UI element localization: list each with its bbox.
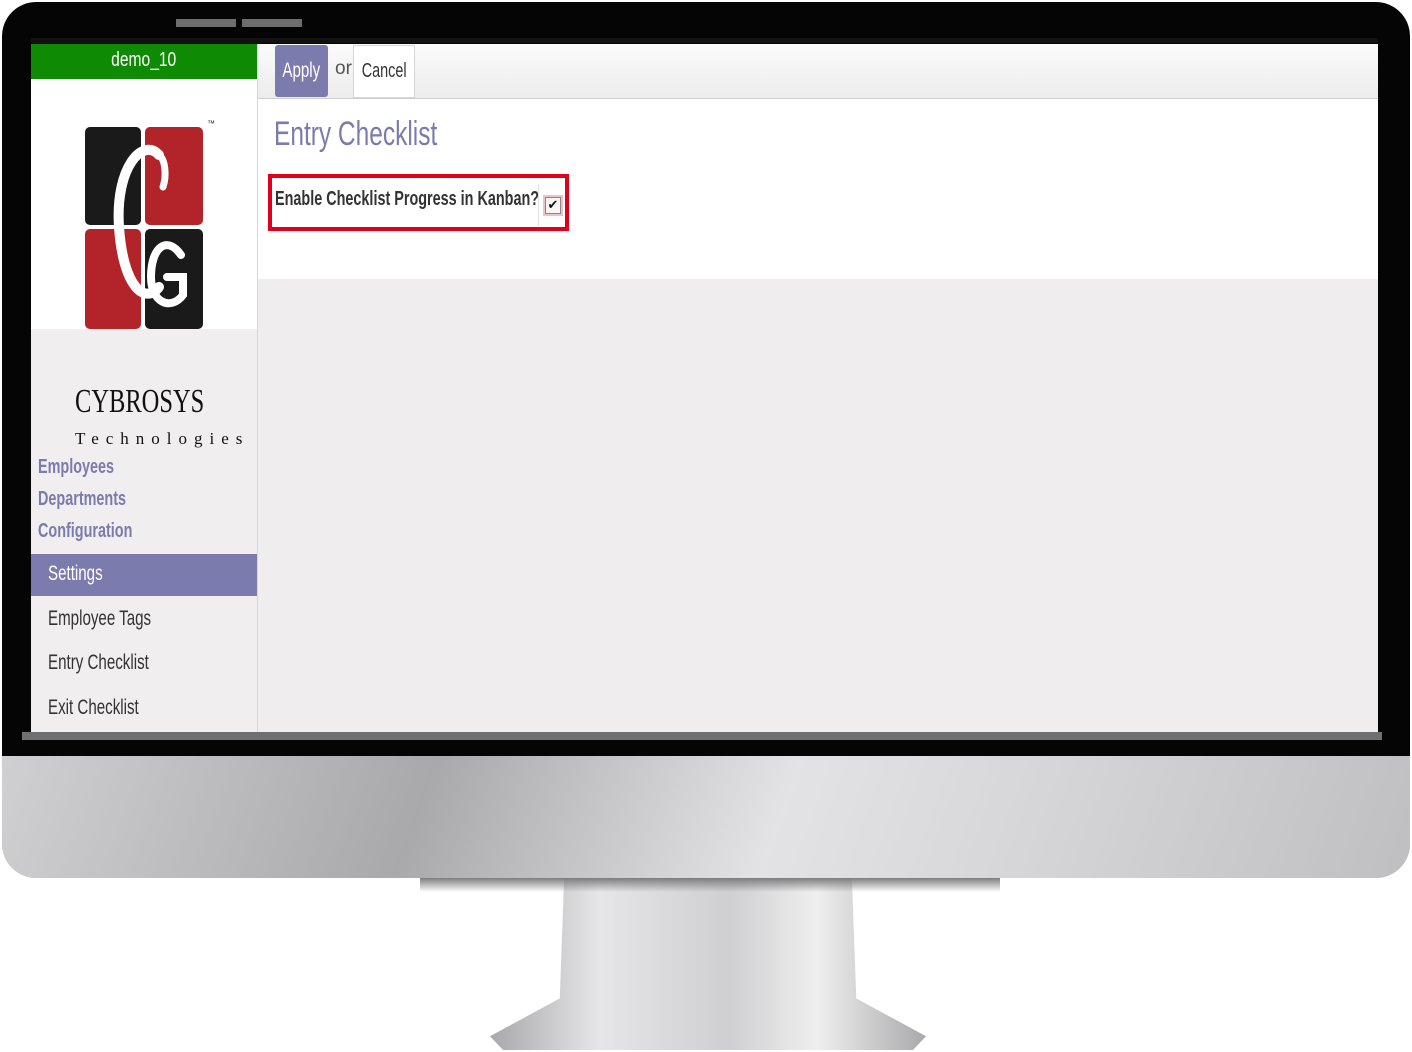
database-name: demo_10: [111, 49, 177, 71]
field-separator: [538, 184, 539, 226]
company-logo[interactable]: ™ CYBROSYS Technologies: [31, 79, 257, 448]
submenu-entry-checklist[interactable]: Entry Checklist: [48, 651, 188, 675]
bezel-detail: [242, 19, 302, 27]
or-separator: or: [335, 58, 352, 79]
menu-settings-label: Settings: [48, 562, 103, 585]
menu-settings-active[interactable]: Settings: [31, 554, 257, 596]
bezel-detail: [176, 19, 236, 27]
screen-top-edge: [31, 38, 1378, 43]
menu-departments[interactable]: Departments: [38, 488, 160, 511]
menu-employees[interactable]: Employees: [38, 456, 144, 479]
control-panel: Apply or Cancel: [258, 44, 1378, 99]
monitor-stand: [490, 878, 926, 1050]
menu-configuration[interactable]: Configuration: [38, 520, 169, 543]
brand-subtitle: Technologies: [75, 429, 250, 448]
submenu-employee-tags[interactable]: Employee Tags: [48, 607, 191, 631]
trademark-mark: ™: [207, 119, 215, 128]
screen-bottom-edge: [22, 732, 1382, 740]
monitor-stand-shadow: [420, 878, 1000, 892]
sidebar: demo_10 ™ CYBROSYS Technologies Employee…: [31, 44, 258, 732]
database-badge[interactable]: demo_10: [31, 44, 257, 79]
apply-button[interactable]: Apply: [275, 45, 328, 97]
cancel-button[interactable]: Cancel: [353, 45, 415, 98]
main-content: Apply or Cancel Entry Checklist Enable C…: [258, 44, 1378, 732]
submenu-exit-checklist[interactable]: Exit Checklist: [48, 696, 174, 720]
brand-name: CYBROSYS: [75, 383, 205, 420]
kanban-progress-checkbox[interactable]: ✔: [545, 197, 561, 214]
page-title: Entry Checklist: [274, 115, 438, 153]
cybrosys-logo-icon: [85, 127, 203, 329]
kanban-progress-label: Enable Checklist Progress in Kanban?: [275, 188, 540, 210]
monitor-chin: [2, 756, 1410, 878]
screen: demo_10 ™ CYBROSYS Technologies Employee…: [31, 44, 1378, 732]
